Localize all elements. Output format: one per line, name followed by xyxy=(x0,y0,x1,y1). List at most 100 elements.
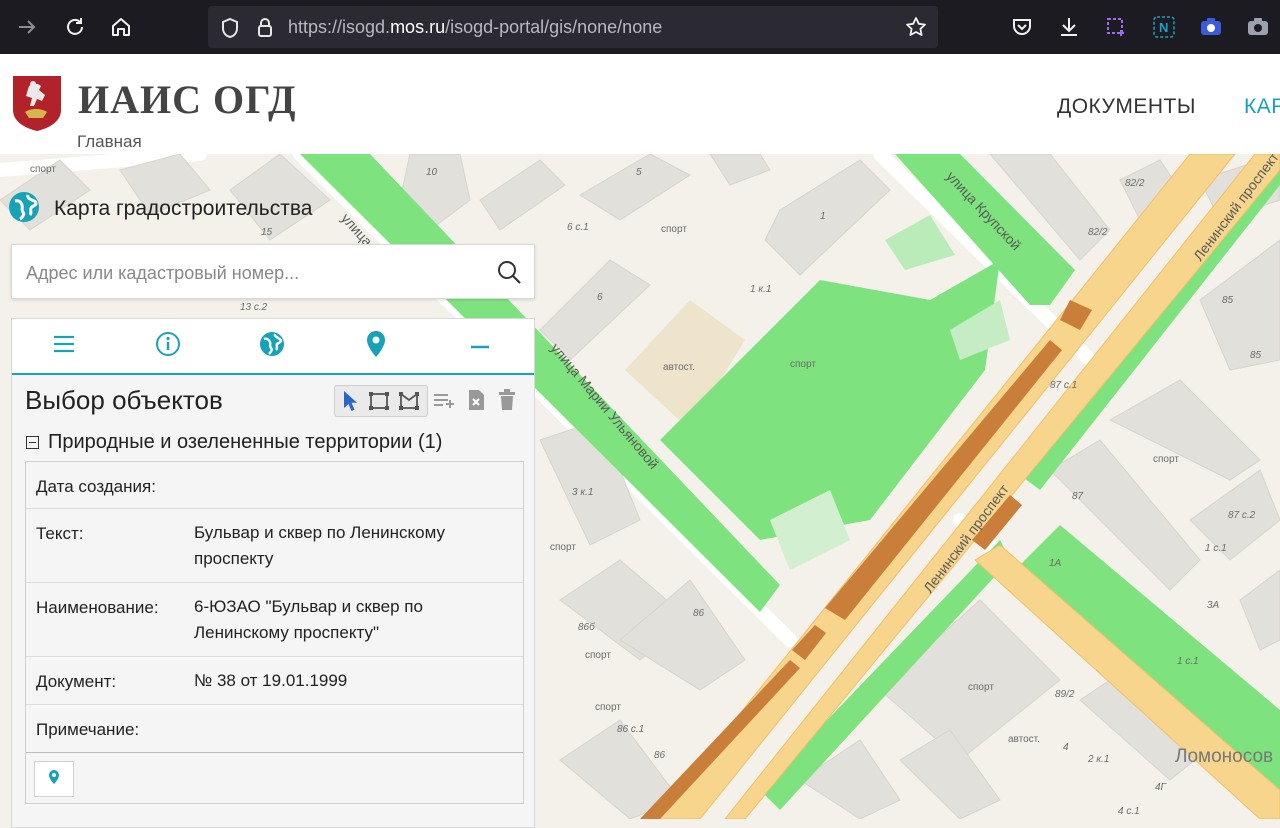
attribute-value: Бульвар и сквер по Ленинскому проспекту xyxy=(194,523,446,568)
site-header: ИАИС ОГД Главная ДОКУМЕНТЫ КАР xyxy=(0,54,1280,154)
attribute-row: Примечание: xyxy=(26,705,523,753)
house-number: 15 xyxy=(261,227,273,238)
globe-icon xyxy=(8,191,40,228)
house-number: 82/2 xyxy=(1088,227,1108,238)
attribute-key: Документ: xyxy=(36,672,117,691)
selection-tools xyxy=(334,385,428,417)
attributes-footer xyxy=(26,753,523,803)
house-number: 4 с.1 xyxy=(1118,806,1140,817)
house-number: 1 с.1 xyxy=(1205,543,1227,554)
house-number: 1 с.1 xyxy=(1177,656,1199,667)
tab-collapse[interactable] xyxy=(428,319,532,373)
svg-text:N: N xyxy=(1159,20,1168,35)
show-on-map-button[interactable] xyxy=(34,761,74,797)
nav-documents[interactable]: ДОКУМЕНТЫ xyxy=(1057,95,1196,119)
tab-select[interactable] xyxy=(324,319,428,373)
house-number: 87 с.2 xyxy=(1228,510,1256,521)
attribute-row: Документ: № 38 от 19.01.1999 xyxy=(26,657,523,705)
bookmark-star-icon[interactable] xyxy=(905,16,927,43)
shield-icon[interactable] xyxy=(220,17,240,44)
attributes-table: Дата создания: Текст: Бульвар и сквер по… xyxy=(25,461,524,804)
globe-icon xyxy=(259,331,285,362)
brand-title[interactable]: ИАИС ОГД xyxy=(78,76,297,123)
attribute-key: Примечание: xyxy=(36,720,140,739)
camera-icon[interactable] xyxy=(1246,15,1270,39)
info-icon xyxy=(155,331,181,362)
rectangle-select-icon[interactable] xyxy=(367,389,391,413)
moscow-coat-of-arms-logo[interactable] xyxy=(11,74,63,132)
download-icon[interactable] xyxy=(1057,15,1081,39)
map-label: спорт xyxy=(968,682,994,693)
house-number: 3А xyxy=(1207,600,1220,611)
house-number: 3 к.1 xyxy=(572,487,594,498)
section-title: Выбор объектов xyxy=(25,385,223,415)
tab-layers[interactable] xyxy=(12,319,116,373)
tab-info[interactable] xyxy=(116,319,220,373)
map-label: спорт xyxy=(790,359,816,370)
lock-icon[interactable] xyxy=(256,16,274,43)
search-icon[interactable] xyxy=(496,259,522,285)
home-icon[interactable] xyxy=(106,12,136,42)
tab-map[interactable] xyxy=(220,319,324,373)
house-number: 85 xyxy=(1250,350,1262,361)
attribute-key: Текст: xyxy=(36,524,84,543)
house-number: 86 с.1 xyxy=(617,724,645,735)
house-number: 86 xyxy=(693,608,705,619)
add-to-list-icon[interactable] xyxy=(433,388,457,412)
trash-icon[interactable] xyxy=(495,388,519,412)
location-pin-icon xyxy=(365,330,387,363)
notion-extension-icon[interactable]: N xyxy=(1152,15,1176,39)
map-title: Карта градостроительства xyxy=(8,191,312,224)
breadcrumb-home[interactable]: Главная xyxy=(77,132,142,152)
browser-toolbar: https://isogd.mos.ru/isogd-portal/gis/no… xyxy=(0,0,1280,54)
screenshot-extension-icon[interactable] xyxy=(1104,15,1128,39)
attribute-value xyxy=(194,473,504,493)
address-bar[interactable]: https://isogd.mos.ru/isogd-portal/gis/no… xyxy=(208,6,938,48)
pointer-select-icon[interactable] xyxy=(338,389,362,413)
address-search-input[interactable] xyxy=(24,257,488,289)
address-search-box[interactable] xyxy=(11,244,535,299)
reload-icon[interactable] xyxy=(60,12,90,42)
house-number: 6 xyxy=(597,292,603,303)
pocket-icon[interactable] xyxy=(1010,15,1034,39)
house-number: 2 к.1 xyxy=(1088,754,1110,765)
location-pin-icon xyxy=(48,769,60,790)
map-label: спорт xyxy=(661,224,687,235)
attribute-key: Наименование: xyxy=(36,598,159,617)
group-title[interactable]: Природные и озелененные территории (1) xyxy=(26,431,442,454)
attribute-row: Текст: Бульвар и сквер по Ленинскому про… xyxy=(26,509,523,583)
house-number: 10 xyxy=(426,167,438,178)
attribute-row: Дата создания: xyxy=(26,462,523,509)
attribute-value xyxy=(194,716,504,737)
attribute-key: Дата создания: xyxy=(36,477,156,496)
panel-tabs xyxy=(12,319,534,375)
house-number: 86б xyxy=(578,622,595,633)
object-selection-panel: Выбор объектов Природные и озелененные т… xyxy=(11,318,535,828)
house-number: 5 xyxy=(636,167,642,178)
house-number: 1 xyxy=(820,211,826,222)
map-label: спорт xyxy=(550,542,576,553)
map-label: автост. xyxy=(663,362,695,373)
house-number: 4Г xyxy=(1155,782,1167,793)
menu-icon xyxy=(52,335,76,358)
attribute-value: 6-ЮЗАО "Бульвар и сквер по Ленинскому пр… xyxy=(194,597,423,642)
map-label: спорт xyxy=(30,164,56,175)
map-label: спорт xyxy=(595,702,621,713)
map-place-label: Ломоносов xyxy=(1175,746,1274,767)
house-number: 86 xyxy=(654,750,666,761)
forward-icon[interactable] xyxy=(12,12,42,42)
house-number: 85 xyxy=(1222,295,1234,306)
house-number: 13 с.2 xyxy=(240,302,268,313)
url-text[interactable]: https://isogd.mos.ru/isogd-portal/gis/no… xyxy=(288,17,662,38)
map-label: спорт xyxy=(585,650,611,661)
polygon-select-icon[interactable] xyxy=(397,389,421,413)
house-number: 4 xyxy=(1063,742,1069,753)
camera-extension-icon[interactable] xyxy=(1199,15,1223,39)
attribute-value: № 38 от 19.01.1999 xyxy=(194,671,348,690)
attribute-row: Наименование: 6-ЮЗАО "Бульвар и сквер по… xyxy=(26,583,523,657)
house-number: 82/2 xyxy=(1125,178,1145,189)
nav-map[interactable]: КАР xyxy=(1244,95,1280,119)
collapse-icon[interactable] xyxy=(26,436,39,449)
export-file-icon[interactable] xyxy=(464,388,488,412)
minus-icon xyxy=(470,337,490,355)
